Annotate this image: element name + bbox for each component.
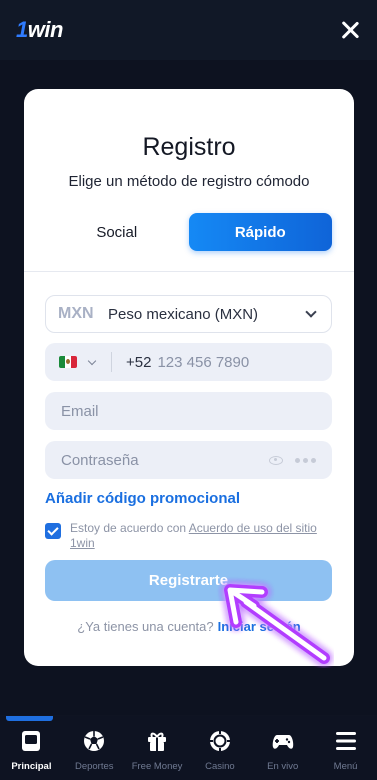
nav-item-deportes[interactable]: Deportes: [63, 716, 126, 780]
home-tile-icon: [22, 731, 41, 751]
tab-social[interactable]: Social: [45, 213, 189, 251]
add-promo-code-link[interactable]: Añadir código promocional: [45, 490, 240, 507]
phone-prefix: +52: [126, 353, 152, 371]
terms-row: Estoy de acuerdo con Acuerdo de uso del …: [45, 521, 332, 551]
separator: [111, 352, 112, 372]
close-icon[interactable]: [339, 19, 361, 41]
nav-label: Deportes: [74, 761, 114, 772]
soccer-ball-icon: [84, 731, 105, 751]
currency-code: MXN: [58, 305, 94, 322]
chevron-down-icon[interactable]: [87, 356, 97, 365]
currency-name: Peso mexicano (MXN): [108, 305, 259, 323]
phone-input[interactable]: [157, 353, 288, 371]
bottom-navigation: Principal Deportes Free Money Casino En …: [0, 716, 377, 780]
modal-subtitle: Elige un método de registro cómodo: [68, 173, 310, 190]
chevron-down-icon: [305, 306, 317, 318]
nav-label: En vivo: [267, 761, 299, 772]
nav-label: Casino: [205, 761, 235, 772]
pointer-arrow-icon: [224, 584, 330, 664]
terms-prefix: Estoy de acuerdo con: [70, 521, 189, 535]
gamepad-icon: [272, 735, 293, 749]
nav-item-menu[interactable]: Menú: [314, 716, 377, 780]
nav-item-casino[interactable]: Casino: [188, 716, 251, 780]
registration-method-tabs: Social Rápido: [45, 213, 332, 251]
app-header: 1 win: [0, 0, 377, 60]
logo-number: 1: [16, 17, 28, 42]
email-field: [45, 392, 332, 430]
mexico-flag-icon[interactable]: [59, 356, 77, 368]
eye-icon[interactable]: [269, 455, 283, 465]
gift-icon: [148, 732, 167, 751]
password-field: [45, 441, 332, 479]
poker-chip-icon: [209, 731, 230, 751]
nav-item-en-vivo[interactable]: En vivo: [251, 716, 314, 780]
menu-icon: [335, 732, 356, 750]
nav-item-principal[interactable]: Principal: [0, 716, 63, 780]
terms-text: Estoy de acuerdo con Acuerdo de uso del …: [70, 521, 332, 551]
login-prompt: ¿Ya tienes una cuenta?: [77, 619, 214, 634]
more-dots-icon[interactable]: [295, 457, 316, 463]
terms-checkbox[interactable]: [45, 523, 61, 539]
logo-text: win: [27, 17, 64, 42]
phone-field: +52: [45, 343, 332, 381]
tab-rapido[interactable]: Rápido: [188, 213, 332, 251]
nav-label: Menú: [333, 761, 358, 772]
modal-title: Registro: [142, 133, 236, 161]
password-input[interactable]: [61, 451, 269, 469]
nav-label: Free Money: [131, 761, 183, 772]
email-input[interactable]: [61, 402, 316, 420]
currency-select[interactable]: MXN Peso mexicano (MXN): [45, 295, 332, 333]
brand-logo[interactable]: 1 win: [16, 17, 63, 43]
divider: [24, 271, 354, 272]
nav-item-free-money[interactable]: Free Money: [126, 716, 189, 780]
nav-label: Principal: [11, 761, 52, 772]
active-tab-indicator: [6, 716, 53, 721]
